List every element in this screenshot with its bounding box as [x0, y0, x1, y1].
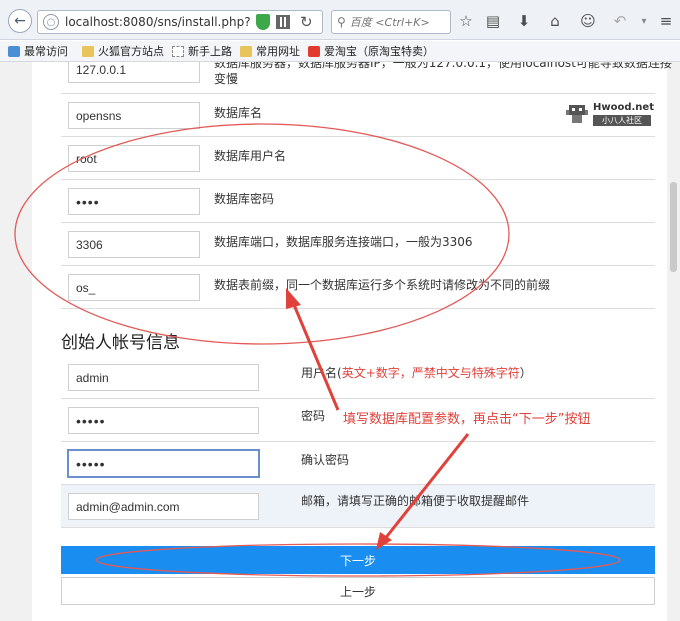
form-row-email: 邮箱，请填写正确的邮箱便于收取提醒邮件 [61, 485, 655, 528]
menu-icon[interactable]: ≡ [656, 11, 676, 31]
watermark-tag: 小八人社区 [593, 115, 651, 126]
folder-icon [82, 45, 94, 57]
form-row-db-prefix: 数据表前缀，同一个数据库运行多个系统时请修改为不同的前缀 [61, 266, 655, 309]
username-input[interactable] [68, 364, 259, 391]
db-prefix-input[interactable] [68, 274, 200, 301]
email-desc: 邮箱，请填写正确的邮箱便于收取提醒邮件 [301, 494, 530, 508]
prev-step-button[interactable]: 上一步 [61, 577, 655, 605]
db-port-desc: 数据库端口，数据库服务连接端口，一般为3306 [214, 235, 473, 249]
scrollbar[interactable] [667, 62, 680, 621]
bookmark-ai-taobao[interactable]: 爱淘宝（原淘宝特卖） [308, 43, 434, 59]
form-row-username: 用户名(英文+数字，严禁中文与特殊字符） [61, 356, 655, 399]
username-desc: 用户名(英文+数字，严禁中文与特殊字符） [301, 366, 532, 380]
qr-code-icon[interactable] [276, 15, 290, 29]
globe-icon: ○ [43, 14, 59, 30]
folder-icon [240, 45, 252, 57]
search-input[interactable] [349, 15, 442, 29]
password-input[interactable] [68, 407, 259, 434]
db-user-input[interactable] [68, 145, 200, 172]
home-icon[interactable]: ⌂ [545, 11, 565, 31]
search-bar[interactable]: ⚲ [331, 10, 451, 34]
bookmark-getting-started[interactable]: 新手上路 [172, 43, 232, 59]
confirm-password-input[interactable] [67, 449, 260, 478]
shield-icon[interactable] [256, 14, 270, 30]
db-password-input[interactable] [68, 188, 200, 215]
bookmark-icon [8, 45, 20, 57]
db-host-desc: 数据库服务器，数据库服务器IP，一般为127.0.0.1，使用localhost… [214, 62, 672, 70]
scrollbar-thumb[interactable] [670, 182, 677, 272]
bookmark-firefox-site[interactable]: 火狐官方站点 [82, 43, 164, 59]
db-host-input[interactable] [68, 62, 200, 83]
site-watermark: Hwood.net 小八人社区 [565, 102, 654, 128]
reading-list-icon[interactable]: ▤ [483, 11, 503, 31]
db-prefix-desc: 数据表前缀，同一个数据库运行多个系统时请修改为不同的前缀 [214, 278, 551, 292]
annotation-text: 填写数据库配置参数，再点击“下一步”按钮 [343, 412, 591, 427]
db-name-desc: 数据库名 [214, 106, 263, 120]
db-host-desc-cont: 变慢 [214, 72, 239, 86]
bookmark-most-visited[interactable]: 最常访问 [8, 43, 68, 59]
db-port-input[interactable] [68, 231, 200, 258]
address-bar[interactable]: ○ localhost:8080/sns/install.php?s= ↻ [37, 10, 323, 34]
reload-icon[interactable]: ↻ [300, 13, 313, 31]
form-row-db-port: 数据库端口，数据库服务连接端口，一般为3306 [61, 223, 655, 266]
founder-section-title: 创始人帐号信息 [61, 333, 180, 353]
back-arrow-icon[interactable]: ← [8, 9, 32, 33]
chat-icon[interactable]: ☺ [578, 11, 598, 31]
bookmark-common-sites[interactable]: 常用网址 [240, 43, 300, 59]
form-row-confirm-password: 确认密码 [61, 442, 655, 485]
next-step-button[interactable]: 下一步 [61, 546, 655, 574]
install-page: 数据库服务器，数据库服务器IP，一般为127.0.0.1，使用localhost… [0, 62, 680, 621]
page-icon [172, 45, 184, 57]
confirm-password-desc: 确认密码 [301, 453, 350, 467]
undo-icon[interactable]: ↶ [610, 11, 630, 31]
watermark-brand: Hwood.net [593, 102, 654, 113]
email-input[interactable] [68, 493, 259, 520]
search-icon: ⚲ [337, 15, 346, 29]
robot-logo-icon [566, 105, 588, 123]
db-password-desc: 数据库密码 [214, 192, 275, 206]
download-icon[interactable]: ⬇ [514, 11, 534, 31]
browser-toolbar: ← ○ localhost:8080/sns/install.php?s= ↻ … [0, 0, 680, 40]
left-gutter [0, 62, 32, 621]
form-row-db-password: 数据库密码 [61, 180, 655, 223]
form-row-db-host: 数据库服务器，数据库服务器IP，一般为127.0.0.1，使用localhost… [61, 62, 672, 94]
bookmark-star-icon[interactable]: ☆ [456, 11, 476, 31]
password-desc: 密码 [301, 409, 326, 423]
url-text[interactable]: localhost:8080/sns/install.php?s= [65, 15, 251, 29]
dropdown-arrow-icon[interactable]: ▾ [634, 11, 654, 31]
username-rule-hint: 英文+数字，严禁中文与特殊字符 [341, 366, 520, 380]
db-user-desc: 数据库用户名 [214, 149, 287, 163]
taobao-icon [308, 45, 320, 57]
db-name-input[interactable] [68, 102, 200, 129]
bookmarks-bar: 最常访问 火狐官方站点 新手上路 常用网址 爱淘宝（原淘宝特卖） [0, 41, 680, 62]
form-row-db-user: 数据库用户名 [61, 137, 655, 180]
